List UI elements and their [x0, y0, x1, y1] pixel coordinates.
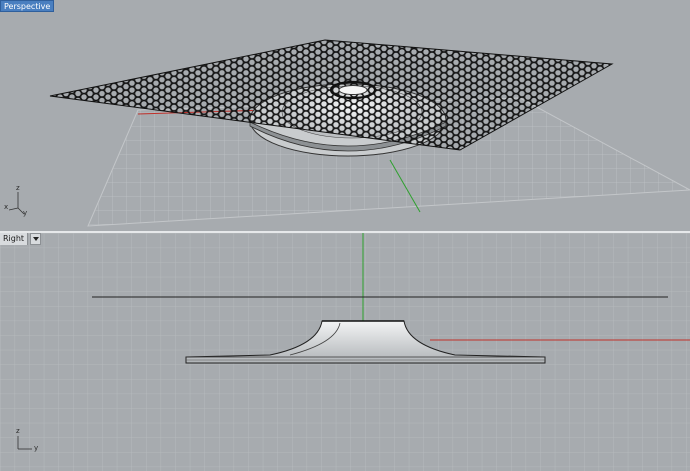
chevron-down-icon[interactable]: [30, 233, 42, 245]
right-viewport[interactable]: Right z y: [0, 233, 690, 471]
axis-y-label: y: [34, 444, 39, 452]
viewport-title-bar: Perspective: [0, 0, 55, 12]
axis-z-label: z: [16, 184, 20, 192]
viewport-name-tab[interactable]: Perspective: [0, 0, 55, 12]
dome-opening: [338, 85, 368, 95]
world-axes-icon: z y: [10, 427, 42, 457]
perspective-scene[interactable]: [0, 0, 690, 231]
axis-z-label: z: [16, 427, 20, 435]
axis-y-label: y: [23, 209, 28, 217]
viewport-name-tab[interactable]: Right: [0, 233, 29, 245]
viewport-title-bar: Right: [0, 233, 42, 245]
axis-x-label: x: [4, 203, 9, 211]
world-axes-icon: z x y: [4, 184, 34, 218]
right-scene[interactable]: [0, 233, 690, 471]
perspective-viewport[interactable]: Perspective z x y: [0, 0, 690, 231]
